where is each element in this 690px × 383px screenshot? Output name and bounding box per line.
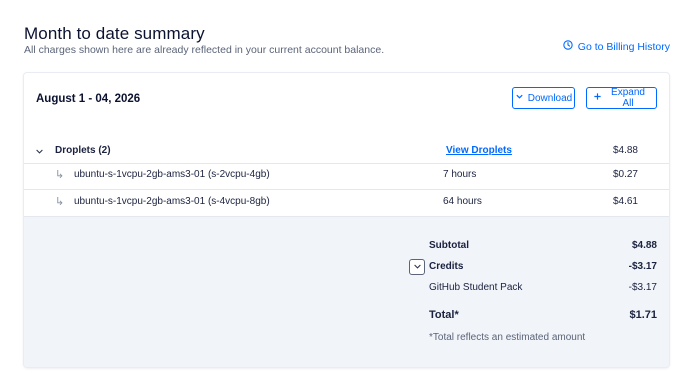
droplet-name: ubuntu-s-1vcpu-2gb-ams3-01 (s-4vcpu-8gb) [74,196,270,207]
chevron-down-icon [515,92,524,104]
credits-value: -$3.17 [628,261,657,272]
droplets-group-row[interactable]: Droplets (2) View Droplets $4.88 [24,139,669,164]
droplet-duration: 7 hours [443,169,477,180]
view-droplets-link[interactable]: View Droplets [446,139,512,163]
billing-history-label: Go to Billing History [577,40,670,53]
subtotal-label: Subtotal [429,240,469,251]
droplet-amount: $4.61 [612,196,638,207]
plus-icon [593,92,602,104]
droplet-duration: 64 hours [443,196,482,207]
expand-all-button[interactable]: Expand All [586,87,657,109]
group-amount: $4.88 [612,145,638,156]
total-value: $1.71 [629,309,657,321]
billing-history-link[interactable]: Go to Billing History [563,40,670,53]
sub-item-arrow-icon: ↳ [55,169,65,181]
billing-period: August 1 - 04, 2026 [36,93,141,105]
download-button[interactable]: Download [512,87,575,109]
credits-row: Credits -$3.17 [429,259,657,275]
total-footnote: *Total reflects an estimated amount [429,332,586,343]
droplet-name: ubuntu-s-1vcpu-2gb-ams3-01 (s-2vcpu-4gb) [74,169,270,180]
group-label: Droplets (2) [55,145,111,156]
credit-item-row: GitHub Student Pack -$3.17 [429,280,657,296]
totals-section: Subtotal $4.88 Credits -$3.17 GitHub Stu… [24,217,669,367]
droplet-amount: $0.27 [612,169,638,180]
credits-label: Credits [429,261,464,272]
page-subtitle: All charges shown here are already refle… [24,44,385,56]
subtotal-value: $4.88 [631,240,657,251]
expand-all-label: Expand All [611,87,645,109]
credit-item-value: -$3.17 [628,282,657,293]
page-title: Month to date summary [24,24,205,43]
summary-card: August 1 - 04, 2026 Download Expand All … [24,73,669,367]
table-row: ↳ ubuntu-s-1vcpu-2gb-ams3-01 (s-2vcpu-4g… [24,163,669,190]
credit-item-label: GitHub Student Pack [429,282,523,293]
clock-icon [563,40,573,53]
chevron-down-icon[interactable] [35,139,45,163]
download-label: Download [527,92,573,104]
chevron-down-icon [413,258,422,276]
credits-toggle-button[interactable] [409,259,425,275]
subtotal-row: Subtotal $4.88 [429,238,657,254]
total-label: Total* [429,309,459,321]
table-row: ↳ ubuntu-s-1vcpu-2gb-ams3-01 (s-4vcpu-8g… [24,190,669,217]
total-row: Total* $1.71 [429,307,657,323]
sub-item-arrow-icon: ↳ [55,196,65,208]
